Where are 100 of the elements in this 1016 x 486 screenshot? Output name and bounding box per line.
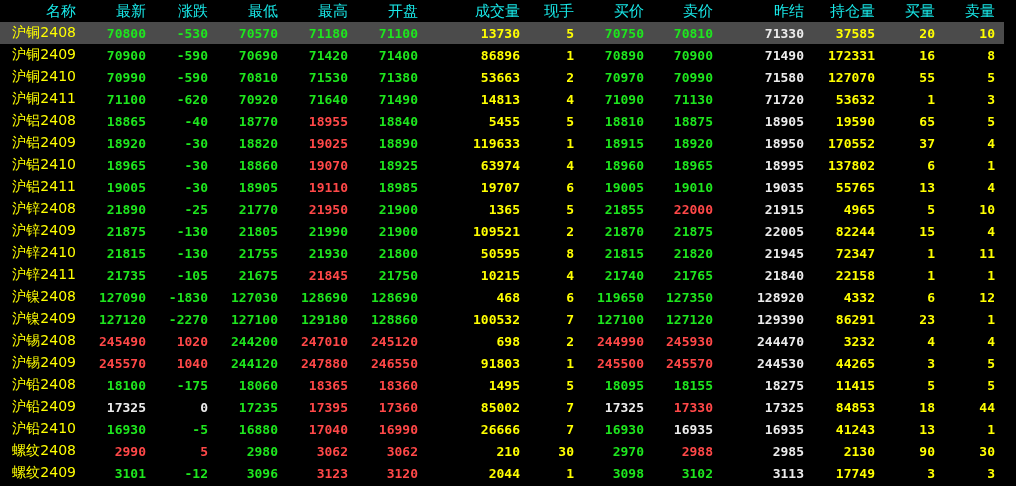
table-cell: 18890 [378,135,418,151]
table-cell: 21870 [604,223,644,239]
table-cell: 3 [987,91,995,107]
table-cell: 21915 [764,201,804,217]
table-cell: 30 [979,443,995,459]
table-row[interactable]: 沪锌2411 21735 -105 21675 21845 21750 10215 4 21740 21765 21840 22158 1 1 [0,264,1004,286]
table-cell: 3120 [386,465,418,481]
table-cell: 21840 [764,267,804,283]
contract-name: 螺纹2408 [12,442,76,460]
table-cell: 6 [927,289,935,305]
table-cell: 18875 [673,113,713,129]
column-header[interactable]: 成交量 [475,1,520,21]
table-cell: 21875 [106,223,146,239]
table-row[interactable]: 沪镍2408 127090 -1830 127030 128690 128690 468 6 119650 127350 128920 4332 6 12 [0,286,1004,308]
table-cell: 11 [979,245,995,261]
table-cell: 71580 [764,69,804,85]
table-cell: 170552 [828,135,875,151]
column-header[interactable]: 买量 [905,1,935,21]
table-cell: 2980 [246,443,278,459]
table-cell: 18275 [764,377,804,393]
column-header[interactable]: 持仓量 [830,1,875,21]
table-row[interactable]: 沪锌2409 21875 -130 21805 21990 21900 109521 2 21870 21875 22005 82244 15 4 [0,220,1004,242]
column-header[interactable]: 最低 [248,1,278,21]
table-cell: 91803 [480,355,520,371]
table-cell: 70920 [238,91,278,107]
table-row[interactable]: 沪铅2409 17325 0 17235 17395 17360 85002 7 17325 17330 17325 84853 18 44 [0,396,1004,418]
table-cell: 5 [987,377,995,393]
table-cell: 21755 [238,245,278,261]
table-row[interactable]: 沪铜2409 70900 -590 70690 71420 71400 86896 1 70890 70900 71490 172331 16 8 [0,44,1004,66]
contract-name: 沪铝2411 [12,178,76,196]
column-header[interactable]: 涨跌 [178,1,208,21]
table-row[interactable]: 沪镍2409 127120 -2270 127100 129180 128860 100532 7 127100 127120 129390 86291 23 1 [0,308,1004,330]
table-cell: 1020 [176,333,208,349]
table-row[interactable]: 螺纹2409 3101 -12 3096 3123 3120 2044 1 3098 3102 3113 17749 3 3 [0,462,1004,484]
table-cell: 5455 [488,113,520,129]
table-cell: 10 [979,25,995,41]
table-cell: 19010 [673,179,713,195]
table-cell: 18060 [238,377,278,393]
table-cell: 247880 [301,355,348,371]
table-cell: 18365 [308,377,348,393]
column-header[interactable]: 最新 [116,1,146,21]
table-cell: 246550 [371,355,418,371]
table-cell: 71100 [378,25,418,41]
table-cell: 18995 [764,157,804,173]
table-cell: 10 [979,201,995,217]
column-header[interactable]: 卖价 [683,1,713,21]
table-cell: 244470 [757,333,804,349]
table-row[interactable]: 螺纹2408 2990 5 2980 3062 3062 210 30 2970 2988 2985 2130 90 30 [0,440,1004,462]
table-cell: 71100 [106,91,146,107]
table-cell: 5 [566,201,574,217]
table-cell: 2970 [612,443,644,459]
table-cell: 70690 [238,47,278,63]
column-header[interactable]: 现手 [544,1,574,21]
table-row[interactable]: 沪铅2408 18100 -175 18060 18365 18360 1495 5 18095 18155 18275 11415 5 5 [0,374,1004,396]
column-header[interactable]: 最高 [318,1,348,21]
table-cell: 3101 [114,465,146,481]
table-cell: 84853 [835,399,875,415]
table-cell: 82244 [835,223,875,239]
table-cell: -30 [184,179,208,195]
table-cell: 1 [927,245,935,261]
table-row[interactable]: 沪铜2411 71100 -620 70920 71640 71490 14813 4 71090 71130 71720 53632 1 3 [0,88,1004,110]
column-header[interactable]: 开盘 [388,1,418,21]
column-header[interactable]: 买价 [614,1,644,21]
table-row[interactable]: 沪铝2410 18965 -30 18860 19070 18925 63974 4 18960 18965 18995 137802 6 1 [0,154,1004,176]
table-cell: 19035 [764,179,804,195]
column-header[interactable]: 卖量 [965,1,995,21]
table-cell: 2 [566,333,574,349]
table-row[interactable]: 沪铝2408 18865 -40 18770 18955 18840 5455 5 18810 18875 18905 19590 65 5 [0,110,1004,132]
table-row[interactable]: 沪铝2411 19005 -30 18905 19110 18985 19707 6 19005 19010 19035 55765 13 4 [0,176,1004,198]
table-row[interactable]: 沪铜2410 70990 -590 70810 71530 71380 53663 2 70970 70990 71580 127070 55 5 [0,66,1004,88]
table-cell: 18100 [106,377,146,393]
table-cell: 21765 [673,267,713,283]
table-cell: 127100 [597,311,644,327]
column-header[interactable]: 名称 [46,1,76,21]
table-cell: 1 [987,421,995,437]
table-cell: 18840 [378,113,418,129]
table-cell: 5 [566,25,574,41]
table-row[interactable]: 沪铅2410 16930 -5 16880 17040 16990 26666 7 16930 16935 16935 41243 13 1 [0,418,1004,440]
table-cell: 1 [987,157,995,173]
column-header[interactable]: 昨结 [774,1,804,21]
table-row[interactable]: 沪锡2408 245490 1020 244200 247010 245120 698 2 244990 245930 244470 3232 4 4 [0,330,1004,352]
table-cell: -530 [176,25,208,41]
table-cell: 17330 [673,399,713,415]
table-cell: 23 [919,311,935,327]
table-cell: 21900 [378,201,418,217]
table-cell: 22005 [764,223,804,239]
table-cell: 90 [919,443,935,459]
table-row[interactable]: 沪铝2409 18920 -30 18820 19025 18890 119633 1 18915 18920 18950 170552 37 4 [0,132,1004,154]
table-row[interactable]: 沪锌2408 21890 -25 21770 21950 21900 1365 5 21855 22000 21915 4965 5 10 [0,198,1004,220]
table-row[interactable]: 沪锡2409 245570 1040 244120 247880 246550 91803 1 245500 245570 244530 44265 3 5 [0,352,1004,374]
table-row[interactable]: 沪铜2408 70800 -530 70570 71180 71100 13730 5 70750 70810 71330 37585 20 10 [0,22,1004,44]
table-cell: 72347 [835,245,875,261]
contract-name: 沪锌2411 [12,266,76,284]
table-cell: 16990 [378,421,418,437]
table-cell: 18860 [238,157,278,173]
table-cell: 1495 [488,377,520,393]
table-cell: 71330 [764,25,804,41]
table-cell: 1 [566,465,574,481]
table-cell: 22000 [673,201,713,217]
table-row[interactable]: 沪锌2410 21815 -130 21755 21930 21800 50595 8 21815 21820 21945 72347 1 11 [0,242,1004,264]
